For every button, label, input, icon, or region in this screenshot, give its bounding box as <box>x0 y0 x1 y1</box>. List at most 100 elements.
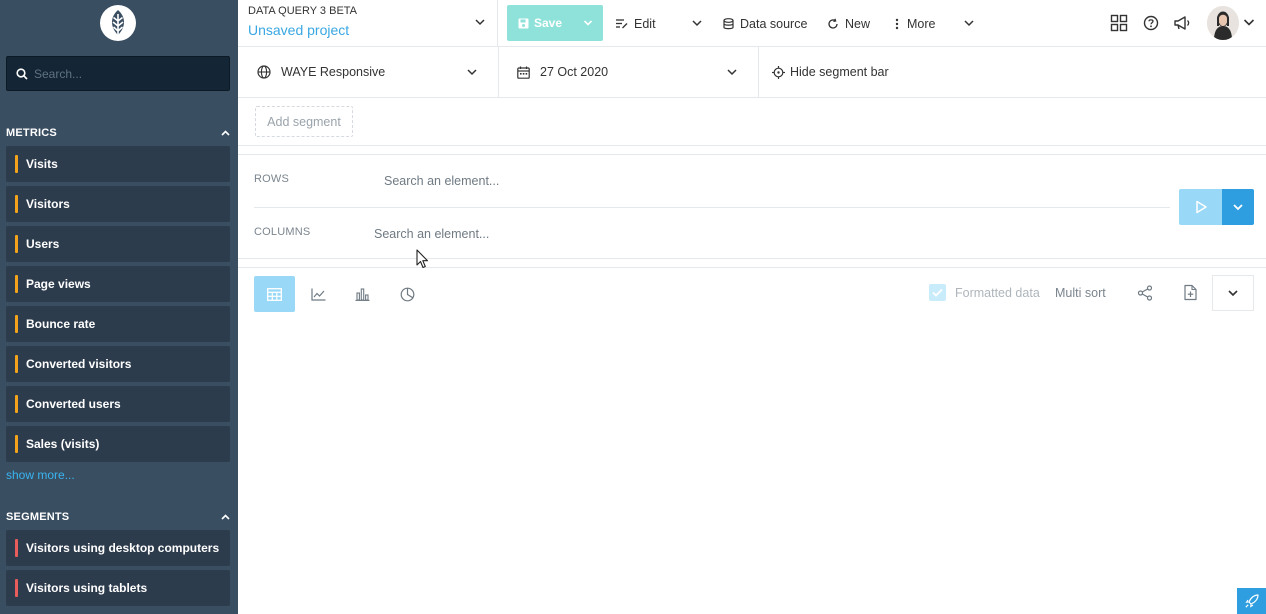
edit-label: Edit <box>634 16 656 31</box>
multi-sort-button[interactable]: Multi sort <box>1055 286 1106 300</box>
run-options-toggle[interactable] <box>1222 189 1254 225</box>
line-chart-icon <box>311 288 326 301</box>
chevron-down-icon[interactable] <box>1242 15 1256 29</box>
table-view-button[interactable] <box>254 276 295 312</box>
project-name: Unsaved project <box>248 22 350 38</box>
checkmark-icon <box>932 288 943 297</box>
metric-item-converted-users[interactable]: Converted users <box>6 386 230 422</box>
divider <box>238 154 1266 155</box>
new-label: New <box>845 16 871 31</box>
metric-item-sales-visits[interactable]: Sales (visits) <box>6 426 230 462</box>
show-more-metrics-link[interactable]: show more... <box>6 468 75 482</box>
metric-item-visits[interactable]: Visits <box>6 146 230 182</box>
data-source-button[interactable]: Data source <box>723 0 807 47</box>
leaf-logo-icon <box>112 10 124 35</box>
date-selector[interactable]: 27 Oct 2020 <box>499 47 759 97</box>
divider <box>238 267 1266 268</box>
divider <box>254 207 1170 208</box>
chevron-down-icon[interactable] <box>958 12 980 34</box>
metric-item-label: Converted visitors <box>26 357 132 371</box>
bar-chart-view-button[interactable] <box>342 276 383 312</box>
megaphone-icon[interactable] <box>1171 12 1193 34</box>
new-button[interactable]: New <box>827 0 870 47</box>
chevron-up-icon[interactable] <box>221 130 230 136</box>
segment-color-bar <box>15 579 18 597</box>
metrics-section-title: METRICS <box>6 127 57 139</box>
divider <box>238 258 1266 259</box>
segment-item-tablets[interactable]: Visitors using tablets <box>6 570 230 606</box>
metric-item-visitors[interactable]: Visitors <box>6 186 230 222</box>
chevron-down-icon <box>467 69 477 76</box>
add-segment-button[interactable]: Add segment <box>255 106 353 137</box>
save-button[interactable]: Save <box>507 5 603 41</box>
pie-chart-icon <box>400 287 415 301</box>
metrics-section-header[interactable]: METRICS <box>6 125 230 141</box>
launch-corner-button[interactable] <box>1237 588 1266 614</box>
sidebar-search-input[interactable] <box>34 66 224 81</box>
metric-item-users[interactable]: Users <box>6 226 230 262</box>
user-photo <box>1207 6 1239 40</box>
app-logo[interactable] <box>100 5 136 41</box>
date-value: 27 Oct 2020 <box>540 65 609 79</box>
edit-menu[interactable]: Edit <box>615 0 656 47</box>
more-label: More <box>907 16 936 31</box>
vertical-dots-icon <box>895 18 899 29</box>
export-file-icon[interactable] <box>1182 284 1199 301</box>
chevron-up-icon[interactable] <box>221 514 230 520</box>
metric-color-bar <box>15 355 18 373</box>
help-icon[interactable] <box>1140 12 1162 34</box>
rows-label: ROWS <box>254 173 290 185</box>
chevron-down-icon <box>1228 290 1238 297</box>
mouse-cursor <box>416 249 429 269</box>
segments-section-title: SEGMENTS <box>6 511 70 523</box>
play-icon <box>1195 200 1207 214</box>
columns-search-input[interactable] <box>374 225 1154 243</box>
segment-item-desktop[interactable]: Visitors using desktop computers <box>6 530 230 566</box>
chevron-down-icon <box>1233 204 1243 211</box>
globe-icon <box>257 65 271 79</box>
project-selector[interactable]: DATA QUERY 3 BETA Unsaved project <box>238 0 498 47</box>
grid-icon[interactable] <box>1108 12 1130 34</box>
metric-color-bar <box>15 195 18 213</box>
metric-item-bounce-rate[interactable]: Bounce rate <box>6 306 230 342</box>
sidebar: METRICS Visits Visitors Users Page views… <box>0 0 238 614</box>
metric-color-bar <box>15 395 18 413</box>
metric-color-bar <box>15 315 18 333</box>
export-options-toggle[interactable] <box>1212 275 1254 311</box>
segment-item-label: Visitors using desktop computers <box>26 541 220 555</box>
metric-item-label: Bounce rate <box>26 317 96 331</box>
segment-color-bar <box>15 539 18 557</box>
columns-label: COLUMNS <box>254 226 311 238</box>
chevron-down-icon[interactable] <box>474 15 486 29</box>
rocket-icon <box>1244 594 1259 608</box>
user-avatar[interactable] <box>1207 6 1239 40</box>
more-menu[interactable]: More <box>893 0 935 47</box>
share-icon[interactable] <box>1136 284 1154 302</box>
chevron-down-icon[interactable] <box>686 12 708 34</box>
line-chart-view-button[interactable] <box>298 276 339 312</box>
formatted-data-checkbox[interactable] <box>929 284 946 301</box>
metric-item-label: Converted users <box>26 397 121 411</box>
data-source-label: Data source <box>740 16 808 31</box>
metric-item-converted-visitors[interactable]: Converted visitors <box>6 346 230 382</box>
sidebar-search[interactable] <box>6 56 230 91</box>
rows-search-input[interactable] <box>384 172 1154 190</box>
bar-chart-icon <box>355 287 370 301</box>
save-label: Save <box>534 16 563 30</box>
hide-segment-bar-button[interactable]: Hide segment bar <box>772 47 889 97</box>
metric-item-label: Visitors <box>26 197 70 211</box>
save-main[interactable]: Save <box>507 16 573 30</box>
segments-section-header[interactable]: SEGMENTS <box>6 509 230 525</box>
top-toolbar: DATA QUERY 3 BETA Unsaved project Save E… <box>238 0 1266 47</box>
save-options-toggle[interactable] <box>573 19 603 27</box>
table-icon <box>267 287 282 301</box>
calendar-icon <box>517 66 530 79</box>
metric-color-bar <box>15 235 18 253</box>
metric-item-label: Users <box>26 237 60 251</box>
metric-item-page-views[interactable]: Page views <box>6 266 230 302</box>
site-selector[interactable]: WAYE Responsive <box>238 47 499 97</box>
chevron-down-icon <box>727 69 737 76</box>
search-icon <box>16 67 28 80</box>
pie-chart-view-button[interactable] <box>387 276 428 312</box>
run-query-button[interactable] <box>1179 189 1222 225</box>
